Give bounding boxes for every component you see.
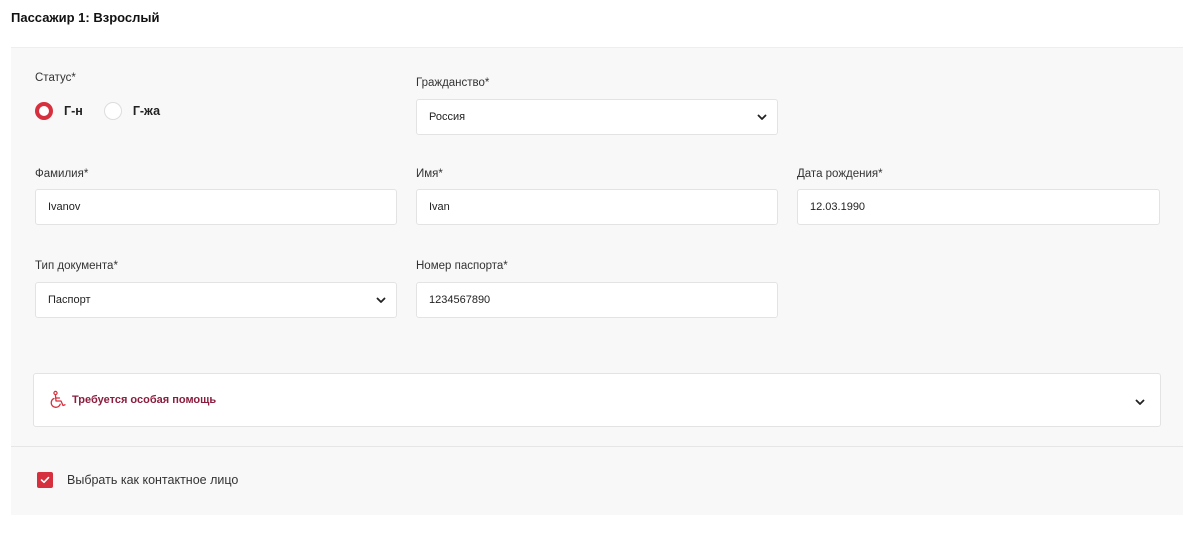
doc-type-value: Паспорт bbox=[48, 294, 91, 306]
last-name-label: Фамилия* bbox=[35, 168, 89, 180]
chevron-down-icon bbox=[366, 283, 396, 317]
birth-date-value: 12.03.1990 bbox=[810, 201, 866, 213]
passenger-form-card: Статус* Г-н Г-жа Гражданство* Россия Фам… bbox=[11, 47, 1183, 515]
status-option-label: Г-жа bbox=[132, 104, 161, 118]
last-name-input[interactable]: Ivanov bbox=[35, 189, 397, 225]
passport-number-label: Номер паспорта* bbox=[416, 260, 508, 272]
first-name-value: Ivan bbox=[429, 201, 450, 213]
birth-date-input[interactable]: 12.03.1990 bbox=[797, 189, 1160, 225]
first-name-label: Имя* bbox=[416, 168, 443, 180]
doc-type-label: Тип документа* bbox=[35, 260, 118, 272]
first-name-input[interactable]: Ivan bbox=[416, 189, 778, 225]
radio-checked-icon[interactable] bbox=[35, 102, 53, 120]
contact-person-option[interactable]: Выбрать как контактное лицо bbox=[37, 472, 238, 488]
passport-number-value: 1234567890 bbox=[429, 294, 491, 306]
radio-unchecked-icon[interactable] bbox=[103, 102, 122, 120]
doc-type-select[interactable]: Паспорт bbox=[35, 282, 397, 318]
citizenship-label: Гражданство* bbox=[416, 77, 490, 89]
status-label: Статус* bbox=[35, 72, 76, 84]
passport-number-input[interactable]: 1234567890 bbox=[416, 282, 778, 318]
status-option-mrs[interactable]: Г-жа bbox=[103, 102, 161, 120]
section-divider bbox=[11, 446, 1183, 447]
page-title: Пассажир 1: Взрослый bbox=[11, 10, 160, 25]
chevron-down-icon bbox=[1120, 395, 1160, 406]
citizenship-select[interactable]: Россия bbox=[416, 99, 778, 135]
wheelchair-icon bbox=[48, 390, 68, 410]
checkbox-checked-icon[interactable] bbox=[37, 472, 53, 488]
birth-date-label: Дата рождения* bbox=[797, 168, 883, 180]
citizenship-value: Россия bbox=[429, 111, 466, 123]
last-name-value: Ivanov bbox=[48, 201, 81, 213]
status-radio-group: Г-н Г-жа bbox=[35, 100, 160, 122]
status-option-mr[interactable]: Г-н bbox=[35, 102, 83, 120]
chevron-down-icon bbox=[747, 100, 777, 134]
contact-person-label: Выбрать как контактное лицо bbox=[67, 473, 239, 487]
special-assistance-toggle[interactable]: Требуется особая помощь bbox=[33, 373, 1161, 427]
status-option-label: Г-н bbox=[64, 104, 83, 118]
special-assistance-label: Требуется особая помощь bbox=[72, 394, 217, 406]
